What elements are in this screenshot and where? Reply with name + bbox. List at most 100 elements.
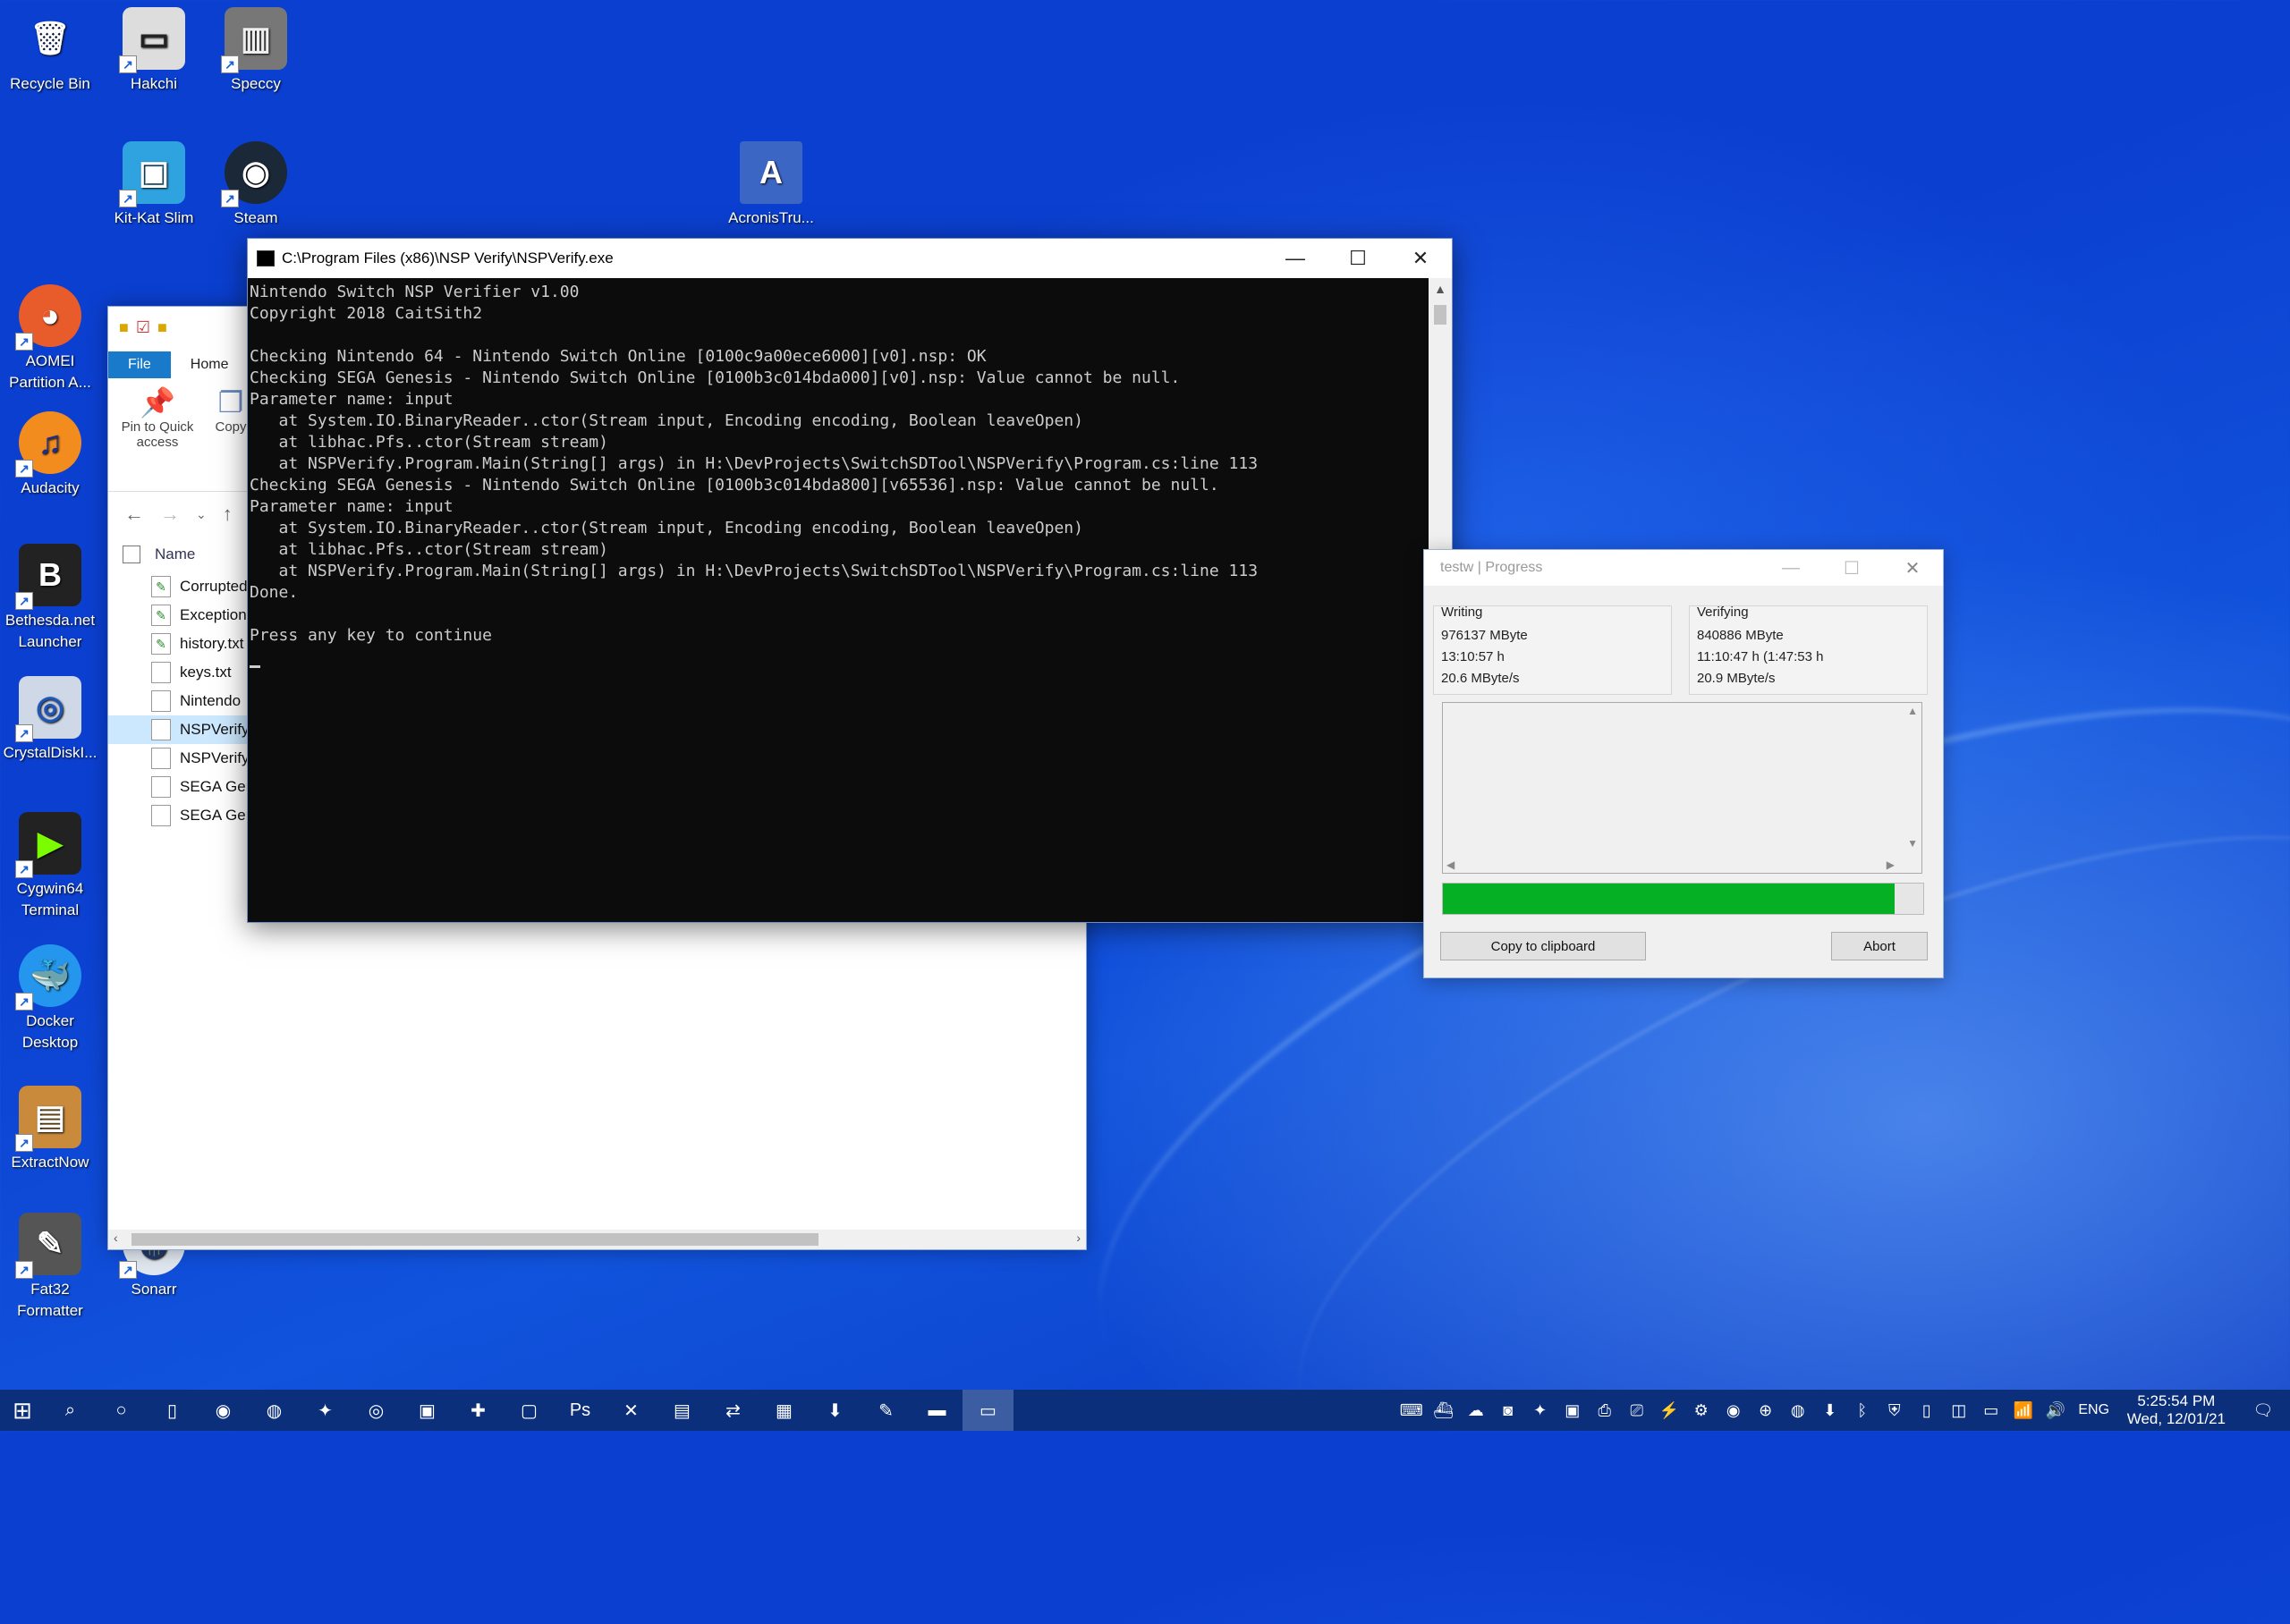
defender-icon[interactable]: ⛨ (1879, 1401, 1911, 1420)
download-icon[interactable]: ⬇ (810, 1390, 861, 1431)
firefox-icon[interactable]: ◉ (198, 1390, 249, 1431)
desktop-icon-cygwin[interactable]: ▶ ↗ Cygwin64 Terminal (0, 812, 104, 921)
scroll-right-icon[interactable]: › (1076, 1231, 1081, 1245)
camera-icon[interactable]: ◫ (1943, 1401, 1975, 1420)
qbittorrent-icon[interactable]: ▣ (402, 1390, 453, 1431)
hakchi-tray-icon[interactable]: ✦ (1524, 1401, 1556, 1420)
lightning-icon[interactable]: ⚡ (1653, 1401, 1685, 1420)
tab-file[interactable]: File (108, 351, 171, 378)
desktop-icon-crystaldiskinfo[interactable]: ◎ ↗ CrystalDiskI... (0, 676, 104, 764)
new-folder-icon[interactable]: ■ (157, 318, 167, 337)
console-output[interactable]: Nintendo Switch NSP Verifier v1.00 Copyr… (248, 278, 1429, 922)
console-titlebar[interactable]: C:\Program Files (x86)\NSP Verify\NSPVer… (248, 239, 1452, 278)
pin-to-quick-access-button[interactable]: 📌 Pin to Quick access (117, 385, 198, 484)
excel-icon[interactable]: ▤ (657, 1390, 708, 1431)
discord-icon[interactable]: ◙ (1492, 1401, 1524, 1420)
scroll-up-icon[interactable]: ▲ (1429, 282, 1452, 296)
steam-tray-icon[interactable]: ◉ (1718, 1401, 1750, 1420)
console-icon[interactable]: ▭ (963, 1390, 1014, 1431)
desktop-icon-steam[interactable]: ◉ ↗ Steam (202, 141, 310, 229)
notepad-icon: ✎ (151, 605, 171, 626)
volume-icon[interactable]: 🔊 (2040, 1401, 2072, 1420)
minimize-icon[interactable]: — (1760, 558, 1821, 579)
search-icon[interactable]: ⌕ (45, 1390, 96, 1431)
forward-icon[interactable]: → (160, 503, 180, 526)
tab-home[interactable]: Home (171, 351, 249, 378)
usb-icon[interactable]: ⎚ (1621, 1401, 1653, 1420)
fat32-formatter-icon: ✎ ↗ (15, 1213, 81, 1279)
scroll-up-icon[interactable]: ▲ (1907, 705, 1918, 717)
display-icon[interactable]: ▭ (1975, 1401, 2007, 1420)
folder-icon[interactable]: ▬ (912, 1390, 963, 1431)
select-all-checkbox[interactable] (123, 546, 140, 563)
scroll-down-icon[interactable]: ▼ (1907, 837, 1918, 850)
battery-icon[interactable]: ▯ (1911, 1401, 1943, 1420)
log-box[interactable]: ▲ ▼ ◀ ▶ (1442, 702, 1922, 874)
close-icon[interactable]: ✕ (1389, 239, 1452, 278)
scroll-left-icon[interactable]: ◀ (1446, 859, 1455, 871)
abort-button[interactable]: Abort (1831, 932, 1928, 960)
explorer-x-icon[interactable]: ✕ (606, 1390, 657, 1431)
progress-titlebar[interactable]: testw | Progress — ☐ ✕ (1424, 550, 1943, 586)
desktop-icon-label: Audacity (21, 479, 80, 496)
desktop-icon-speccy[interactable]: ▥ ↗ Speccy (202, 7, 310, 95)
desktop-icon-hakchi[interactable]: ▭ ↗ Hakchi (100, 7, 208, 95)
maximize-icon[interactable]: ☐ (1327, 239, 1389, 278)
copy-to-clipboard-button[interactable]: Copy to clipboard (1440, 932, 1646, 960)
properties-icon[interactable]: ☑ (136, 318, 150, 337)
docker-tray-icon[interactable]: ⛴ (1428, 1401, 1460, 1420)
language-indicator[interactable]: ENG (2072, 1402, 2116, 1418)
desktop-icon-acronis[interactable]: A AcronisTru... (717, 141, 825, 229)
task-view-icon[interactable]: ▯ (147, 1390, 198, 1431)
desktop-icon-recycle-bin[interactable]: 🗑 Recycle Bin (0, 7, 104, 95)
progress-window[interactable]: testw | Progress — ☐ ✕ Writing 976137 MB… (1423, 549, 1944, 978)
download-tray-icon[interactable]: ⬇ (1814, 1401, 1846, 1420)
desktop-icon-aomei[interactable]: ◕ ↗ AOMEI Partition A... (0, 284, 104, 393)
horizontal-scrollbar[interactable]: ‹ › (108, 1230, 1086, 1249)
maximize-icon[interactable]: ☐ (1821, 557, 1882, 579)
desktop-icon-bethesda[interactable]: B ↗ Bethesda.net Launcher (0, 544, 104, 653)
cortana-icon[interactable]: ○ (96, 1390, 147, 1431)
scrollbar-thumb[interactable] (131, 1233, 818, 1246)
keyboard-icon[interactable]: ⌨ (1395, 1401, 1428, 1420)
up-icon[interactable]: ↑ (223, 503, 233, 526)
filezilla-icon[interactable]: ✚ (453, 1390, 504, 1431)
desktop-icon-docker[interactable]: 🐳 ↗ Docker Desktop (0, 944, 104, 1053)
close-icon[interactable]: ✕ (1882, 557, 1943, 579)
notification-icon[interactable]: 🗨 (2236, 1401, 2290, 1420)
chevron-down-icon[interactable]: ⌄ (196, 507, 207, 522)
photoshop-icon[interactable]: Ps (555, 1390, 606, 1431)
scroll-left-icon[interactable]: ‹ (114, 1231, 118, 1245)
network-icon[interactable]: 📶 (2007, 1401, 2040, 1420)
browser-icon[interactable]: ◎ (351, 1390, 402, 1431)
calculator-icon[interactable]: ▦ (759, 1390, 810, 1431)
clock[interactable]: 5:25:54 PM Wed, 12/01/21 (2116, 1392, 2236, 1428)
qbittorrent-tray-icon[interactable]: ◍ (1782, 1401, 1814, 1420)
bluetooth-icon[interactable]: ᛒ (1846, 1401, 1879, 1420)
console-window[interactable]: C:\Program Files (x86)\NSP Verify\NSPVer… (247, 238, 1453, 923)
windows-start-icon[interactable]: ⊞ (0, 1397, 45, 1425)
network-icon[interactable]: ⇄ (708, 1390, 759, 1431)
desktop-icon-kit-kat-slim[interactable]: ▣ ↗ Kit-Kat Slim (100, 141, 208, 229)
desktop-icon-label: Cygwin64 Terminal (16, 880, 84, 918)
notepad-icon: ✎ (151, 633, 171, 655)
onedrive-icon[interactable]: ☁ (1460, 1401, 1492, 1420)
window-icon[interactable]: ▢ (504, 1390, 555, 1431)
desktop-icon-fat32-formatter[interactable]: ✎ ↗ Fat32 Formatter (0, 1213, 104, 1322)
ie-icon[interactable]: ◍ (249, 1390, 300, 1431)
hakchi-icon[interactable]: ✦ (300, 1390, 351, 1431)
cygwin-icon: ▶ ↗ (15, 812, 81, 878)
desktop-icon-audacity[interactable]: ♫ ↗ Audacity (0, 411, 104, 499)
text-cursor (250, 665, 260, 668)
lifebuoy-icon[interactable]: ⊕ (1750, 1401, 1782, 1420)
desktop-icon-extractnow[interactable]: ▤ ↗ ExtractNow (0, 1086, 104, 1173)
settings-icon[interactable]: ⚙ (1685, 1401, 1718, 1420)
back-icon[interactable]: ← (124, 503, 144, 526)
nvidia-icon[interactable]: ▣ (1556, 1401, 1589, 1420)
scroll-right-icon[interactable]: ▶ (1887, 859, 1895, 871)
scrollbar-thumb[interactable] (1434, 305, 1446, 325)
minimize-icon[interactable]: — (1264, 239, 1327, 278)
notepad-icon[interactable]: ✎ (861, 1390, 912, 1431)
printer-icon[interactable]: ⎙ (1589, 1401, 1621, 1420)
aomei-icon: ◕ ↗ (15, 284, 81, 351)
